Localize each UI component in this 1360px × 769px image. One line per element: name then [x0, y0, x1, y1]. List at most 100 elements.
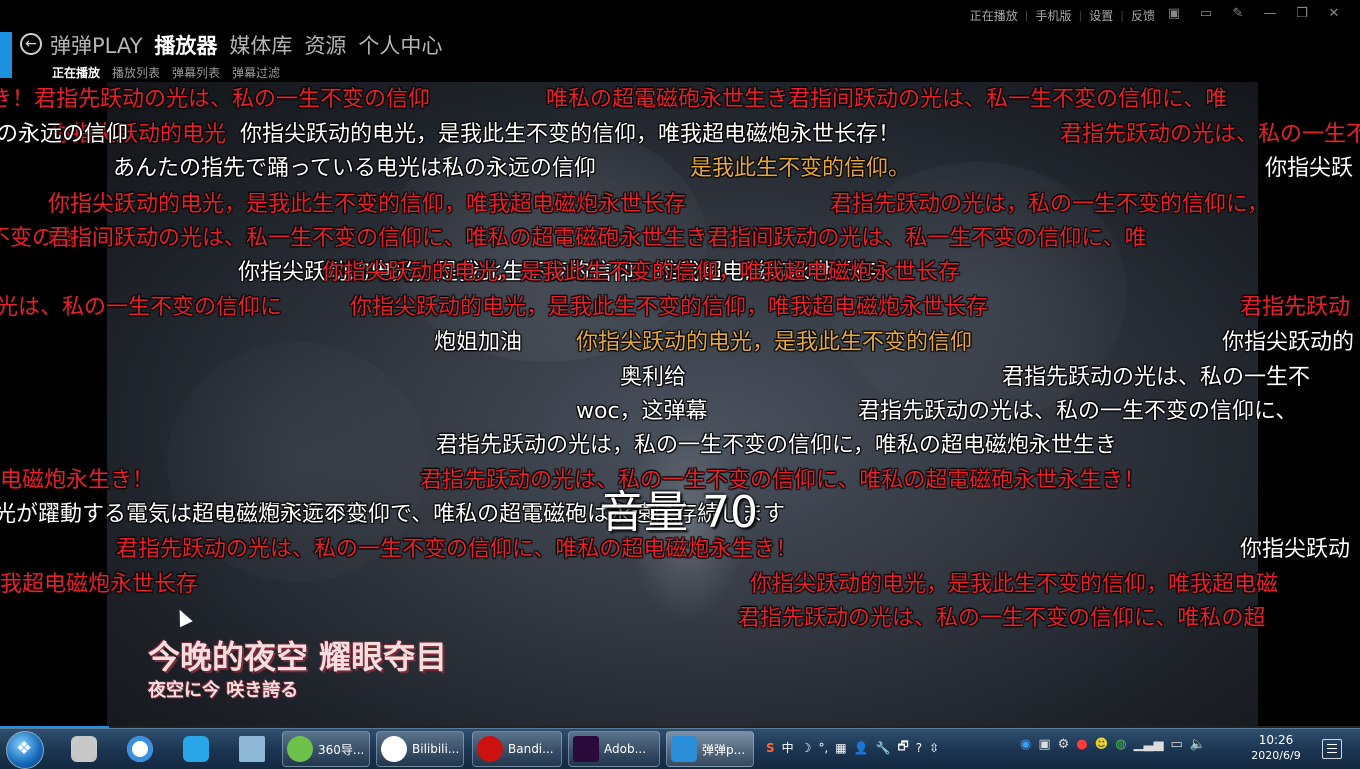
task-bandicam[interactable]: Bandi... — [472, 731, 562, 767]
subtitle-line-2: 夜空に今 咲き誇る — [148, 680, 299, 701]
taskbar: ❖ 360导... Bilibili... Bandi... Adob... 弹… — [0, 728, 1360, 769]
ime-tray: S 中 ☽ °, ▦ 👤 🔧 🗗 ? ⇳ — [766, 737, 946, 758]
danmaku-comment: 你指尖跃 — [1265, 156, 1354, 181]
danmaku-comment: woc，这弹幕 — [576, 399, 708, 424]
ime-lang[interactable]: 中 — [782, 739, 794, 756]
folder-icon[interactable] — [60, 731, 108, 767]
system-tray: ◉ ▣ ⚙ ● ☻ ◍ ▁▃▅ ▭ 🔈 — [1020, 737, 1213, 752]
speaker-icon[interactable]: 🔈 — [1190, 737, 1206, 752]
record-icon — [477, 736, 503, 762]
qq-icon[interactable]: ◉ — [1020, 737, 1031, 752]
more-icon[interactable]: ⇳ — [929, 741, 939, 755]
sub-nav: 正在播放 播放列表 弹幕列表 弹幕过滤 — [52, 64, 292, 81]
window-controls: ▣ ▭ ✎ — ❐ ✕ — [1158, 4, 1350, 24]
accent-strip — [0, 32, 12, 78]
danmaku-comment: 君指先跃动の光は、私の一生不变の信仰に、 — [858, 399, 1298, 424]
danmaku-comment: 光は、私の一生不变の信仰に — [0, 295, 283, 320]
video-player[interactable]: き！君指先跃动の光は、私の一生不变の信仰 唯私の超電磁砲永世生き君指间跃动の光は… — [0, 82, 1360, 728]
danmaku-comment: 君指先跃动の光は、私の一生不变の信仰に、唯私の超電磁砲永世永生き！ — [420, 468, 1146, 493]
camera-icon[interactable]: ▣ — [1158, 4, 1190, 24]
task-adobe[interactable]: Adob... — [568, 731, 660, 767]
punct-icon[interactable]: °, — [818, 741, 828, 755]
danmaku-comment: 电磁炮永生き！ — [0, 468, 155, 493]
cloud-icon[interactable] — [172, 731, 220, 767]
keyboard-icon[interactable]: ▦ — [835, 741, 846, 755]
window-icon[interactable]: 🗗 — [898, 737, 909, 758]
danmaku-comment: 君指先跃动 — [1240, 295, 1351, 320]
task-360[interactable]: 360导... — [282, 731, 370, 767]
windows-icon: ❖ — [16, 738, 33, 759]
start-button[interactable]: ❖ — [6, 731, 44, 769]
green-icon[interactable]: ◍ — [1115, 737, 1126, 752]
dandanplay-icon — [671, 736, 697, 762]
main-nav: 弹弹PLAY 播放器 媒体库 资源 个人中心 — [50, 30, 454, 60]
danmaku-comment: 君指先跃动の光は，私の一生不变的信仰に， — [830, 192, 1269, 217]
clock-date: 2020/6/9 — [1251, 749, 1301, 762]
panda-icon — [381, 736, 407, 762]
nav-resources[interactable]: 资源 — [304, 30, 346, 60]
danmaku-comment: 你指尖跃动的电光，是我此生不变的信仰，唯我超电磁炮永世长存 — [322, 260, 961, 285]
task-dandanplay[interactable]: 弹弹p... — [666, 731, 754, 767]
danmaku-comment: 唯私の超電磁砲永世生き君指间跃动の光は、私一生不変の信仰に、唯 — [546, 87, 1228, 112]
link-mobile[interactable]: 手机版 — [1029, 7, 1079, 24]
moon-icon[interactable]: ☽ — [801, 741, 812, 755]
task-label: 360导... — [318, 742, 365, 757]
sogou-icon[interactable]: S — [766, 741, 775, 755]
danmaku-comment: 你指尖跃动的电光，是我此生不变的信仰，唯我超电磁炮永世长存 — [48, 192, 687, 217]
title-bar: ← 弹弹PLAY 播放器 媒体库 资源 个人中心 正在播放 播放列表 弹幕列表 … — [0, 0, 1360, 82]
clock-time: 10:26 — [1258, 733, 1294, 747]
explorer-icon[interactable] — [228, 731, 276, 767]
danmaku-comment: 君指先跃动の光は、私の一生不 — [1002, 365, 1311, 390]
task-label: Bilibili... — [412, 742, 460, 756]
close-icon[interactable]: ✕ — [1318, 4, 1350, 24]
back-button[interactable]: ← — [20, 33, 42, 55]
subtitle-line-1: 今晚的夜空 耀眼夺目 — [148, 638, 448, 676]
help-icon[interactable]: ? — [916, 741, 922, 755]
danmaku-comment: 你指尖跃动 — [1240, 537, 1351, 562]
security-icon[interactable]: ☻ — [1095, 737, 1109, 752]
danmaku-comment: 超电磁炮永远不变 — [192, 502, 369, 527]
danmaku-comment: 炮姐加油 — [434, 330, 523, 355]
bandicam-tray-icon[interactable]: ● — [1076, 737, 1087, 752]
signal-icon[interactable]: ▁▃▅ — [1134, 737, 1164, 752]
danmaku-comment: 君指先跃动の光は、私の一生不变の信仰に、唯私の超 — [738, 606, 1266, 631]
tab-danmaku-filter[interactable]: 弹幕过滤 — [232, 64, 280, 81]
danmaku-comment: 君指先跃动の光は，私の一生不变の信仰に，唯私の超电磁炮永世生き — [436, 433, 1117, 458]
danmaku-comment: 你指尖跃动的电光，是我此生不变的信仰，唯我超电磁 — [750, 572, 1279, 597]
danmaku-comment: 君指先跃动の光は、私の一生不变的信仰に， — [1060, 122, 1360, 147]
restore-icon[interactable]: ❐ — [1286, 4, 1318, 24]
task-label: 弹弹p... — [702, 742, 746, 757]
danmaku-comment: 你指尖跃动的 — [1222, 330, 1355, 355]
nav-dandanplay[interactable]: 弹弹PLAY — [50, 30, 142, 60]
minimize-icon[interactable]: — — [1254, 4, 1286, 24]
nav-media-library[interactable]: 媒体库 — [229, 30, 292, 60]
display-icon[interactable]: ▭ — [1171, 737, 1183, 752]
task-label: Bandi... — [508, 742, 554, 756]
steam-icon[interactable]: ⚙ — [1058, 737, 1070, 752]
link-settings[interactable]: 设置 — [1082, 7, 1120, 24]
network-icon[interactable]: ▣ — [1038, 737, 1050, 752]
link-feedback[interactable]: 反馈 — [1124, 7, 1162, 24]
tab-now-playing[interactable]: 正在播放 — [52, 64, 100, 81]
system-clock[interactable]: 10:26 2020/6/9 — [1244, 732, 1308, 764]
danmaku-comment: あんたの指先で踊っている电光は私の永远の信仰 — [113, 156, 596, 181]
nav-profile[interactable]: 个人中心 — [358, 30, 442, 60]
danmaku-comment: 你指尖跃动的电光，是我此生不变的信仰，唯我超电磁炮永世长存 — [350, 295, 989, 320]
link-now-playing[interactable]: 正在播放 — [963, 7, 1025, 24]
danmaku-comment: の永远の信仰 — [0, 122, 129, 147]
photos-icon[interactable] — [116, 731, 164, 767]
360-icon — [287, 736, 313, 762]
nav-player[interactable]: 播放器 — [154, 30, 217, 60]
tab-danmaku-list[interactable]: 弹幕列表 — [172, 64, 220, 81]
premiere-icon — [573, 736, 599, 762]
window-icon[interactable]: ▭ — [1190, 4, 1222, 24]
wrench-icon[interactable]: 🔧 — [876, 741, 891, 755]
notification-icon[interactable] — [1322, 739, 1342, 759]
user-icon[interactable]: 👤 — [854, 741, 869, 755]
danmaku-comment: 我超电磁炮永世长存 — [0, 572, 199, 597]
tab-playlist[interactable]: 播放列表 — [112, 64, 160, 81]
pin-icon[interactable]: ✎ — [1222, 4, 1254, 24]
task-bilibili[interactable]: Bilibili... — [376, 731, 464, 767]
danmaku-comment: き！君指先跃动の光は、私の一生不变の信仰 — [0, 87, 431, 112]
danmaku-comment: 是我此生不变的信仰。 — [690, 156, 911, 181]
